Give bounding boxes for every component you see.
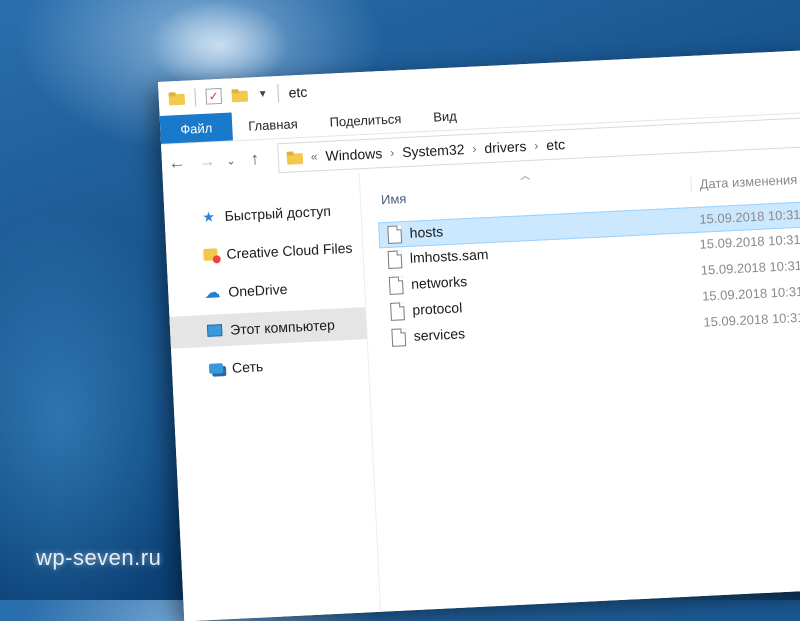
file-icon bbox=[387, 225, 403, 244]
file-name: lmhosts.sam bbox=[409, 246, 489, 266]
file-date: 15.09.2018 10:31 bbox=[701, 283, 800, 304]
breadcrumb-drivers[interactable]: drivers bbox=[484, 138, 527, 156]
computer-icon bbox=[206, 322, 223, 339]
sidebar-item-label: Этот компьютер bbox=[229, 316, 336, 338]
up-arrow-icon[interactable]: ↑ bbox=[239, 149, 270, 170]
breadcrumb-overflow[interactable]: « bbox=[310, 149, 317, 163]
address-folder-icon bbox=[287, 151, 304, 165]
navigation-pane: ★ Быстрый доступ Creative Cloud Files ☁ … bbox=[162, 173, 382, 621]
sidebar-item-network[interactable]: Сеть bbox=[171, 345, 368, 387]
file-date: 15.09.2018 10:31 bbox=[698, 206, 800, 227]
file-name: services bbox=[413, 325, 466, 344]
sidebar-item-quick-access[interactable]: ★ Быстрый доступ bbox=[164, 193, 361, 235]
chevron-right-icon[interactable]: › bbox=[472, 142, 477, 156]
sidebar-item-label: Сеть bbox=[231, 358, 264, 376]
file-explorer-window: ✓ ▼ etc Файл Главная Поделиться Вид ⌄ ← … bbox=[158, 49, 800, 621]
breadcrumb-etc[interactable]: etc bbox=[546, 136, 565, 153]
folder-icon bbox=[169, 91, 186, 105]
file-date: 15.09.2018 10:31 bbox=[699, 231, 800, 252]
tab-file[interactable]: Файл bbox=[159, 112, 233, 144]
window-title: etc bbox=[288, 83, 308, 101]
file-icon bbox=[391, 328, 407, 347]
title-separator bbox=[194, 88, 197, 107]
file-date: 15.09.2018 10:31 bbox=[703, 309, 800, 330]
tab-home[interactable]: Главная bbox=[232, 108, 315, 140]
tab-view[interactable]: Вид bbox=[417, 101, 474, 132]
breadcrumb-system32[interactable]: System32 bbox=[402, 141, 465, 160]
column-header-date[interactable]: Дата изменения bbox=[690, 171, 798, 193]
tab-share[interactable]: Поделиться bbox=[313, 103, 418, 136]
properties-icon[interactable]: ✓ bbox=[205, 87, 223, 105]
caret-down-icon[interactable]: ▼ bbox=[257, 88, 267, 99]
file-icon bbox=[387, 250, 403, 269]
chevron-right-icon[interactable]: › bbox=[534, 139, 539, 153]
title-separator bbox=[277, 84, 280, 103]
sidebar-item-this-pc[interactable]: Этот компьютер bbox=[169, 307, 367, 349]
sidebar-item-label: Creative Cloud Files bbox=[226, 239, 353, 262]
column-header-name[interactable]: Имя bbox=[381, 191, 407, 207]
sidebar-item-label: Быстрый доступ bbox=[224, 202, 332, 224]
sidebar-item-onedrive[interactable]: ☁ OneDrive bbox=[168, 269, 365, 311]
file-icon bbox=[388, 276, 404, 295]
back-arrow-icon[interactable]: ← bbox=[162, 152, 193, 173]
cloud-icon: ☁ bbox=[203, 284, 221, 302]
recent-locations-chevron-icon[interactable]: ⌄ bbox=[222, 154, 241, 168]
file-name: protocol bbox=[412, 299, 463, 318]
breadcrumb-windows[interactable]: Windows bbox=[325, 145, 383, 164]
new-folder-icon[interactable] bbox=[231, 88, 248, 102]
creative-cloud-folder-icon bbox=[202, 246, 219, 263]
file-name: hosts bbox=[409, 223, 444, 241]
file-list: ︿ Имя Дата изменения hosts 15.09.2018 10… bbox=[359, 150, 800, 612]
file-name: networks bbox=[410, 273, 468, 292]
file-icon bbox=[390, 302, 405, 321]
network-icon bbox=[208, 360, 225, 377]
sidebar-item-label: OneDrive bbox=[227, 280, 288, 300]
file-date: 15.09.2018 10:31 bbox=[700, 257, 800, 278]
site-watermark: wp-seven.ru bbox=[36, 545, 162, 570]
star-icon: ★ bbox=[201, 207, 216, 225]
sidebar-item-creative-cloud[interactable]: Creative Cloud Files bbox=[166, 231, 363, 273]
chevron-right-icon[interactable]: › bbox=[390, 146, 395, 160]
forward-arrow-icon[interactable]: → bbox=[191, 151, 222, 172]
